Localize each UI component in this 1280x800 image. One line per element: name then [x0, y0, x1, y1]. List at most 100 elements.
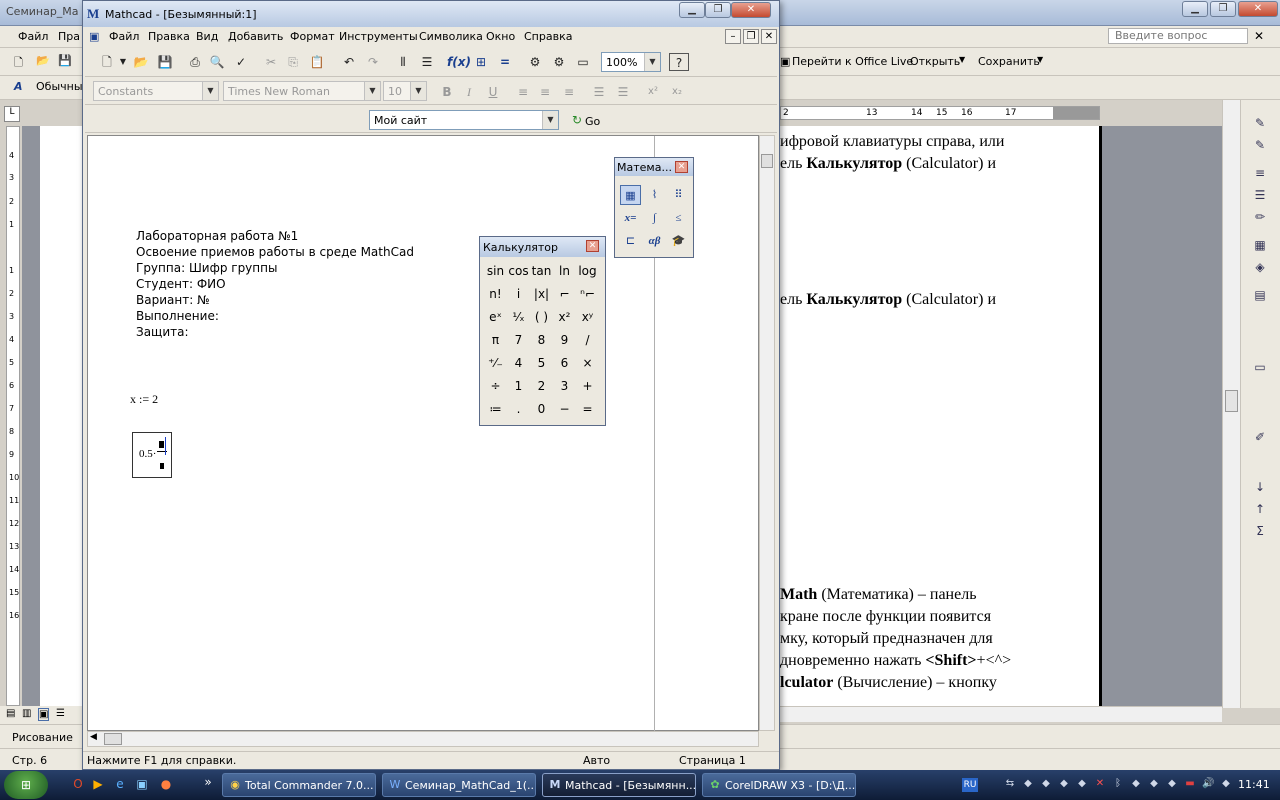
- resources-icon[interactable]: ⚙: [549, 53, 569, 71]
- start-button[interactable]: ⊞: [4, 771, 48, 799]
- align-center-icon[interactable]: ≡: [535, 83, 555, 101]
- network-icon[interactable]: ⇆: [1004, 778, 1016, 790]
- graph-toolbar-icon[interactable]: ⌇: [644, 185, 665, 205]
- ask-question-input[interactable]: Введите вопрос: [1108, 28, 1248, 44]
- tray-app-icon[interactable]: ◆: [1166, 778, 1178, 790]
- horizontal-ruler[interactable]: 2 13 14 15 16 17: [780, 106, 1100, 120]
- calculator-key[interactable]: ( ): [530, 307, 553, 327]
- calculator-close-icon[interactable]: ✕: [586, 240, 599, 252]
- office-live-link[interactable]: Перейти к Office Live: [792, 55, 913, 68]
- calculator-key[interactable]: 0: [530, 399, 553, 419]
- go-icon[interactable]: ↻: [567, 111, 587, 129]
- save-disk-icon[interactable]: 💾: [58, 54, 72, 67]
- assignment-region[interactable]: x := 2: [130, 392, 158, 407]
- insert-table-icon[interactable]: ▤: [1251, 288, 1269, 302]
- calculator-key[interactable]: n!: [484, 284, 507, 304]
- worksheet-vscroll-thumb[interactable]: [761, 154, 773, 168]
- outline-view-icon[interactable]: ☰: [56, 708, 65, 719]
- worksheet-horizontal-scrollbar[interactable]: ◀: [87, 731, 759, 747]
- menu-format[interactable]: Формат: [290, 30, 335, 43]
- calculator-key[interactable]: 6: [553, 353, 576, 373]
- mathcad-titlebar[interactable]: M Mathcad - [Безымянный:1] ▁ ❐ ✕: [83, 1, 779, 27]
- menu-tools[interactable]: Инструменты: [339, 30, 418, 43]
- tray-app-icon[interactable]: ◆: [1076, 778, 1088, 790]
- vertical-ruler[interactable]: 4 3 2 1 1 2 3 4 5 6 7 8 9 10 11 12 13 14…: [6, 126, 20, 706]
- calculator-key[interactable]: cos: [507, 261, 530, 281]
- borders-icon[interactable]: ▦: [1251, 238, 1269, 252]
- doc-close-button[interactable]: ✕: [761, 29, 777, 44]
- resource-dropdown-icon[interactable]: ▼: [542, 111, 558, 129]
- calculator-key[interactable]: i: [507, 284, 530, 304]
- shading-icon[interactable]: ◈: [1251, 260, 1269, 274]
- bold-icon[interactable]: B: [437, 83, 457, 101]
- save-menu-button[interactable]: Сохранить: [978, 55, 1040, 68]
- russian-flag-icon[interactable]: ▬: [1184, 778, 1196, 790]
- drawing-menu-button[interactable]: Рисование: [12, 731, 73, 744]
- tray-app-icon[interactable]: ◆: [1148, 778, 1160, 790]
- tab-stop-selector[interactable]: L: [4, 106, 20, 122]
- calculator-key[interactable]: π: [484, 330, 507, 350]
- math-palette-close-icon[interactable]: ✕: [675, 161, 688, 173]
- document-menu-icon[interactable]: ▣: [89, 30, 99, 43]
- style-dropdown-icon[interactable]: ▼: [202, 82, 218, 100]
- paste-icon[interactable]: 📋: [307, 53, 327, 71]
- insert-function-icon[interactable]: f(x): [447, 53, 471, 71]
- tray-app-icon[interactable]: ◆: [1058, 778, 1070, 790]
- word-menu-edit[interactable]: Пра: [58, 30, 80, 43]
- right-indent-marker[interactable]: [1053, 107, 1099, 119]
- media-player-icon[interactable]: ▶: [90, 777, 106, 793]
- zoom-combo[interactable]: 100% ▼: [601, 52, 661, 72]
- calculator-key[interactable]: +: [576, 376, 599, 396]
- word-scroll-thumb[interactable]: [1225, 390, 1238, 412]
- calculator-key[interactable]: .: [507, 399, 530, 419]
- internet-explorer-icon[interactable]: e: [112, 777, 128, 793]
- font-dropdown-icon[interactable]: ▼: [364, 82, 380, 100]
- menu-insert[interactable]: Добавить: [228, 30, 283, 43]
- open-icon[interactable]: 📂: [131, 53, 151, 71]
- calculator-key[interactable]: 8: [530, 330, 553, 350]
- sort-desc-icon[interactable]: ↑: [1251, 502, 1269, 516]
- align-icon[interactable]: ▭: [1251, 360, 1269, 374]
- clock[interactable]: 11:41: [1238, 778, 1270, 791]
- denominator-placeholder[interactable]: [160, 463, 164, 469]
- expression-region[interactable]: 0.5·: [132, 432, 172, 478]
- matrix-toolbar-icon[interactable]: ⠿: [668, 185, 689, 205]
- size-combo[interactable]: 10 ▼: [383, 81, 427, 101]
- calculator-key[interactable]: ≔: [484, 399, 507, 419]
- align-right-icon[interactable]: ≡: [559, 83, 579, 101]
- align-down-icon[interactable]: ☰: [417, 53, 437, 71]
- menu-window[interactable]: Окно: [486, 30, 515, 43]
- calculator-key[interactable]: 3: [553, 376, 576, 396]
- go-button[interactable]: Go: [585, 115, 600, 128]
- tray-app-icon[interactable]: ◆: [1040, 778, 1052, 790]
- redo-icon[interactable]: ↷: [363, 53, 383, 71]
- menu-file[interactable]: Файл: [109, 30, 139, 43]
- quicklaunch-more-icon[interactable]: »: [200, 775, 216, 791]
- opera-icon[interactable]: O: [70, 777, 86, 793]
- normal-view-icon[interactable]: ▤: [6, 708, 15, 719]
- calculator-key[interactable]: ÷: [484, 376, 507, 396]
- style-combo[interactable]: Обычны: [36, 80, 83, 93]
- view-buttons[interactable]: ▤ ▥ ▣ ☰: [0, 706, 82, 724]
- worksheet-vertical-scrollbar[interactable]: [759, 135, 775, 731]
- calculator-key[interactable]: log: [576, 261, 599, 281]
- calculator-key[interactable]: eˣ: [484, 307, 507, 327]
- font-combo[interactable]: Times New Roman ▼: [223, 81, 381, 101]
- save-icon[interactable]: 💾: [155, 53, 175, 71]
- task-word-document[interactable]: W Семинар_MathCad_1(...: [382, 773, 536, 797]
- help-icon[interactable]: ?: [669, 53, 689, 71]
- mathcad-minimize-button[interactable]: ▁: [679, 2, 705, 18]
- print-view-icon[interactable]: ▣: [38, 708, 50, 721]
- calculate-icon[interactable]: =: [495, 53, 515, 71]
- line-style-icon[interactable]: ≡: [1251, 166, 1269, 180]
- task-mathcad[interactable]: M Mathcad - [Безымянн...: [542, 773, 696, 797]
- style-combo[interactable]: Constants ▼: [93, 81, 219, 101]
- menu-view[interactable]: Вид: [196, 30, 218, 43]
- calculator-key[interactable]: =: [576, 399, 599, 419]
- open-folder-icon[interactable]: 📂: [36, 54, 50, 67]
- align-across-icon[interactable]: ⫴: [393, 53, 413, 71]
- calculator-key[interactable]: 4: [507, 353, 530, 373]
- review-icon[interactable]: ✎: [1251, 138, 1269, 152]
- mathcad-close-button[interactable]: ✕: [731, 2, 771, 18]
- language-indicator[interactable]: RU: [962, 778, 978, 792]
